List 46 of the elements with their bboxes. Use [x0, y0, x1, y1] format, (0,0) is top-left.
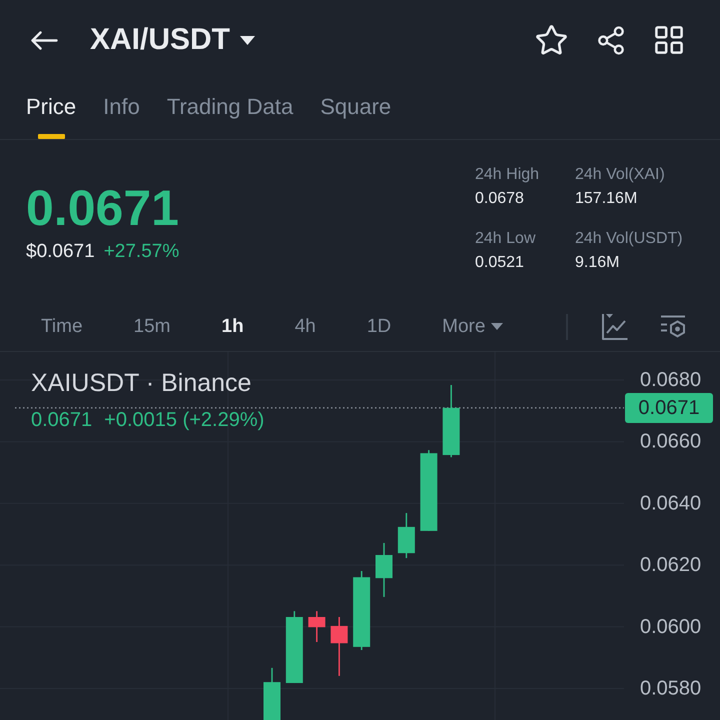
- stat-value: 157.16M: [575, 191, 638, 207]
- share-icon[interactable]: [598, 26, 624, 54]
- price-change: +27.57%: [104, 242, 180, 261]
- axis-label: 0.0640: [640, 492, 702, 514]
- grid-icon[interactable]: [655, 26, 683, 54]
- interval-tab[interactable]: 15m: [134, 317, 170, 336]
- stat-label: 24h High: [475, 167, 540, 183]
- legend-price: 0.0671: [31, 410, 92, 430]
- rising-candle: [398, 513, 415, 558]
- stat-label: 24h Low: [475, 231, 536, 247]
- tab[interactable]: Info: [103, 80, 140, 139]
- caret-down-icon: [491, 323, 504, 330]
- more-dropdown[interactable]: More: [442, 317, 504, 336]
- caret-down-icon: [240, 36, 256, 44]
- rising-candle: [264, 668, 280, 720]
- fiat-price: $0.0671: [26, 242, 95, 261]
- stat-label: 24h Vol(XAI): [575, 167, 665, 183]
- interval-tab[interactable]: Time: [41, 317, 83, 336]
- settings-icon[interactable]: [660, 315, 686, 338]
- line-chart-icon[interactable]: [602, 313, 628, 340]
- axis-label: 0.0660: [640, 430, 702, 453]
- axis-label: 0.0600: [640, 616, 702, 638]
- back-arrow-icon[interactable]: [31, 30, 58, 50]
- tab[interactable]: Trading Data: [166, 80, 294, 139]
- interval-tab[interactable]: 1h: [222, 317, 244, 336]
- tab[interactable]: Square: [320, 80, 392, 139]
- axis-label: 0.0580: [640, 678, 702, 700]
- tab-underline: [38, 134, 65, 139]
- interval-tab[interactable]: 4h: [294, 317, 316, 336]
- axis-label: 0.0620: [640, 554, 702, 576]
- interval-tab[interactable]: 1D: [366, 317, 392, 336]
- stat-value: 0.0521: [475, 255, 524, 271]
- stat-value: 9.16M: [575, 255, 620, 271]
- legend-change: +0.0015 (+2.29%): [104, 410, 264, 430]
- current-price-tag: 0.0671: [625, 392, 713, 423]
- last-price: 0.0671: [26, 183, 179, 233]
- star-icon[interactable]: [536, 25, 567, 55]
- falling-candle: [330, 617, 348, 676]
- stat-label: 24h Vol(USDT): [575, 231, 683, 247]
- falling-candle: [308, 611, 326, 642]
- stat-value: 0.0678: [475, 191, 524, 207]
- axis-label: 0.0680: [640, 369, 702, 391]
- chart-title: XAIUSDT · Binance: [31, 371, 252, 396]
- tab[interactable]: Price: [26, 80, 76, 139]
- pair-selector[interactable]: XAI/USDT: [90, 25, 256, 55]
- rising-candle: [376, 542, 392, 597]
